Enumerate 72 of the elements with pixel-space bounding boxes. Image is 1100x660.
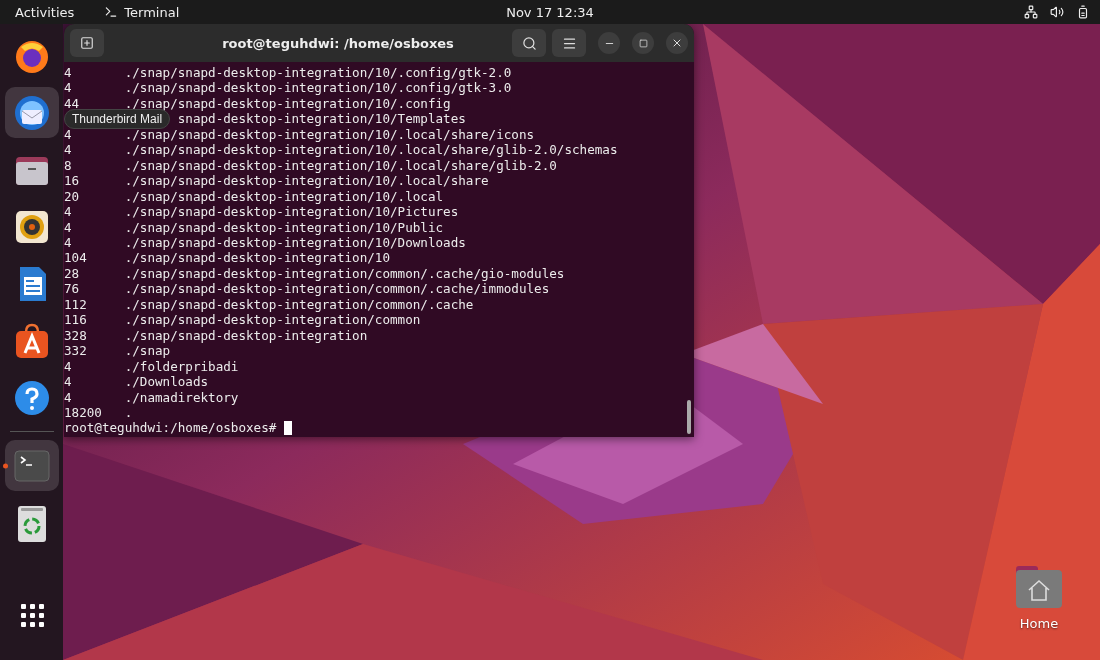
tooltip: Thunderbird Mail (64, 109, 171, 129)
close-button[interactable] (666, 32, 688, 54)
path-text: ./snap/snapd-desktop-integration/10/Public (124, 219, 444, 235)
size-text: 18200 (64, 404, 102, 421)
size-text: 4 (64, 374, 72, 390)
icon-label[interactable]: Home (1019, 616, 1059, 631)
size-text: 112 (64, 296, 87, 313)
path-text: ./snap/snapd-desktop-integration/10/.local/share (124, 173, 489, 189)
prompt-text: root@teguhdwi:/home/osboxes# (64, 420, 277, 436)
volume-icon[interactable] (1050, 5, 1064, 19)
app-menu[interactable]: Terminal (124, 4, 180, 20)
size-text: 16 (64, 173, 80, 189)
path-text: ./snap/snapd-desktop-integration/common/.cache (124, 296, 474, 313)
battery-icon[interactable] (1076, 5, 1090, 19)
size-text: 4 (64, 126, 72, 143)
path-text: ./snap (124, 343, 171, 359)
path-text: . (124, 404, 133, 421)
path-text: snapd-desktop-integration/10/Templates (177, 111, 466, 127)
window-title: root@teguhdwi: /home/osboxes (221, 35, 455, 51)
size-text: 28 (64, 265, 80, 282)
size-text: 76 (64, 281, 80, 297)
path-text: ./snap/snapd-desktop-integration/common/.cache/gio-modules (124, 265, 565, 282)
size-text: 4 (64, 80, 72, 96)
path-text: ./folderpribadi (124, 358, 239, 375)
maximize-icon (638, 38, 648, 48)
size-text: 20 (64, 188, 80, 205)
size-text: 4 (64, 142, 72, 158)
size-text: 4 (64, 65, 72, 81)
help-icon (12, 378, 51, 417)
clock[interactable]: Nov 17 12:34 (506, 4, 594, 20)
size-text: 116 (64, 312, 87, 328)
path-text: ./snap/snapd-desktop-integration/10/.config/gtk-3.0 (124, 80, 512, 96)
home-folder-icon[interactable] (1014, 564, 1064, 610)
mail-icon (12, 93, 51, 132)
path-text: ./snap/snapd-desktop-integration/10/.config/gtk-2.0 (124, 65, 512, 81)
path-text: ./snap/snapd-desktop-integration/10/Downloads (124, 235, 466, 251)
size-text: 4 (64, 219, 72, 235)
cursor (283, 421, 292, 436)
search-button[interactable] (512, 29, 546, 57)
path-text: ./Downloads (124, 374, 209, 390)
size-text: 4 (64, 389, 72, 405)
menu-button[interactable] (552, 29, 586, 57)
path-text: ./snap/snapd-desktop-integration/10/.local (124, 188, 444, 205)
size-text: 104 (64, 250, 87, 266)
path-text: ./snap/snapd-desktop-integration/common (124, 312, 421, 328)
new-tab-icon (80, 36, 94, 50)
size-text: 332 (64, 343, 87, 359)
path-text: ./snap/snapd-desktop-integration/10 (124, 250, 391, 266)
size-text: 4 (64, 358, 72, 375)
path-text: ./snap/snapd-desktop-integration (124, 327, 368, 344)
size-text: 4 (64, 235, 72, 251)
path-text: ./snap/snapd-desktop-integration/10/.local/share/glib-2.0/schemas (124, 142, 618, 158)
menu-icon (561, 35, 577, 51)
path-text: ./snap/snapd-desktop-integration/10/.local/share/icons (124, 126, 535, 143)
path-text: ./snap/snapd-desktop-integration/10/Pictures (124, 204, 459, 220)
size-text: 44 (64, 95, 80, 112)
activities-button[interactable]: Activities (15, 4, 75, 20)
close-icon (671, 37, 683, 49)
path-text: ./snap/snapd-desktop-integration/common/.cache/immodules (124, 281, 550, 297)
size-text: 4 (64, 204, 72, 220)
dock-item[interactable] (4, 87, 59, 138)
path-text: ./snap/snapd-desktop-integration/10/.config (124, 95, 451, 112)
size-text: 328 (64, 327, 87, 344)
path-text: ./snap/snapd-desktop-integration/10/.local/share/glib-2.0 (124, 157, 557, 174)
scrollbar[interactable] (687, 400, 691, 434)
maximize-button[interactable] (632, 32, 654, 54)
terminal-icon (104, 5, 119, 19)
new-tab-button[interactable] (70, 29, 104, 57)
search-icon (521, 35, 537, 51)
path-text: ./namadirektory (124, 389, 239, 405)
size-text: 8 (64, 157, 72, 174)
network-icon[interactable] (1024, 5, 1038, 19)
